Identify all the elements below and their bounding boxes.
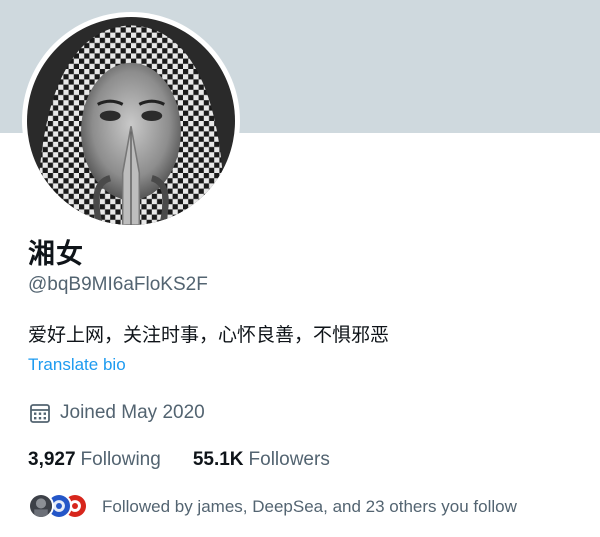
followed-by-avatars: [28, 491, 88, 523]
joined-label: Joined May 2020: [60, 402, 205, 423]
profile-stats: 3,927 Following 55.1K Followers: [28, 449, 330, 471]
followers-link[interactable]: 55.1K Followers: [193, 449, 330, 471]
profile-avatar[interactable]: [22, 12, 240, 230]
followed-by[interactable]: Followed by james, DeepSea, and 23 other…: [28, 491, 517, 523]
following-link[interactable]: 3,927 Following: [28, 449, 161, 471]
joined-date: Joined May 2020: [28, 400, 205, 426]
profile-bio: 爱好上网，关注时事，心怀良善，不惧邪恶: [28, 324, 390, 346]
followed-by-text: Followed by james, DeepSea, and 23 other…: [102, 497, 517, 516]
followers-count: 55.1K: [192, 449, 244, 470]
avatar-image: [27, 17, 235, 225]
translate-bio-link[interactable]: Translate bio: [28, 355, 126, 375]
followers-label: Followers: [248, 449, 330, 470]
following-count: 3,927: [28, 449, 76, 470]
follower-avatar: [28, 493, 54, 519]
user-handle: @bqB9MI6aFloKS2F: [28, 274, 208, 295]
calendar-icon: [30, 404, 50, 423]
following-label: Following: [80, 449, 161, 470]
display-name: 湘女: [28, 239, 84, 270]
